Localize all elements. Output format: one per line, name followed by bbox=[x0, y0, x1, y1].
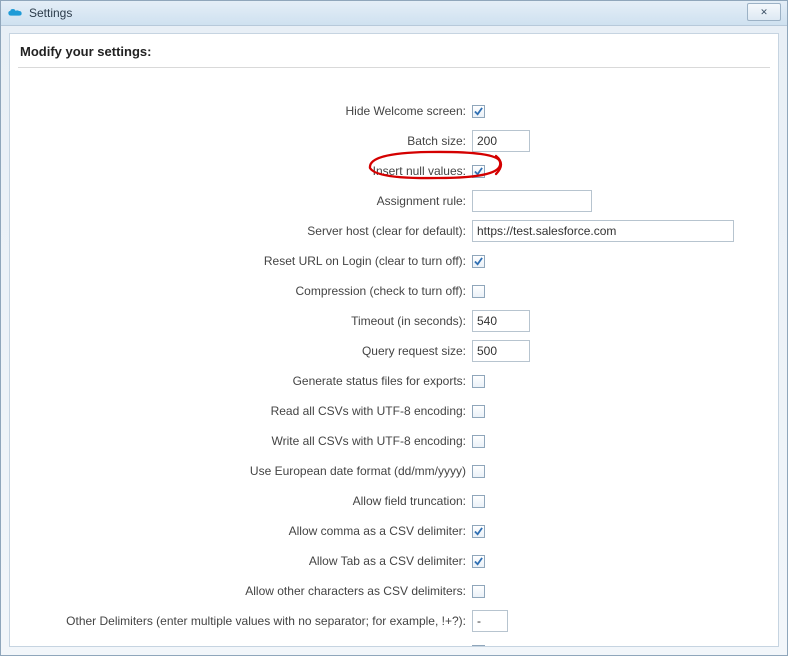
use-bulk-label: Use Bulk API: bbox=[18, 644, 472, 647]
assignment-rule-input[interactable] bbox=[472, 190, 592, 212]
settings-form: Hide Welcome screen: Batch size: Insert … bbox=[18, 96, 770, 647]
server-host-label: Server host (clear for default): bbox=[18, 224, 472, 238]
titlebar: Settings ✕ bbox=[1, 1, 787, 26]
content-panel: Modify your settings: Hide Welcome scree… bbox=[9, 33, 779, 647]
reset-url-label: Reset URL on Login (clear to turn off): bbox=[18, 254, 472, 268]
reset-url-checkbox[interactable] bbox=[472, 255, 485, 268]
other-chars-label: Allow other characters as CSV delimiters… bbox=[18, 584, 472, 598]
read-utf8-label: Read all CSVs with UTF-8 encoding: bbox=[18, 404, 472, 418]
read-utf8-checkbox[interactable] bbox=[472, 405, 485, 418]
compression-checkbox[interactable] bbox=[472, 285, 485, 298]
timeout-label: Timeout (in seconds): bbox=[18, 314, 472, 328]
batch-size-label: Batch size: bbox=[18, 134, 472, 148]
comma-delim-label: Allow comma as a CSV delimiter: bbox=[18, 524, 472, 538]
gen-status-label: Generate status files for exports: bbox=[18, 374, 472, 388]
server-host-input[interactable] bbox=[472, 220, 734, 242]
gen-status-checkbox[interactable] bbox=[472, 375, 485, 388]
hide-welcome-label: Hide Welcome screen: bbox=[18, 104, 472, 118]
euro-date-checkbox[interactable] bbox=[472, 465, 485, 478]
field-trunc-label: Allow field truncation: bbox=[18, 494, 472, 508]
write-utf8-label: Write all CSVs with UTF-8 encoding: bbox=[18, 434, 472, 448]
settings-window: Settings ✕ Modify your settings: Hide We… bbox=[0, 0, 788, 656]
other-delims-input[interactable] bbox=[472, 610, 508, 632]
use-bulk-checkbox[interactable] bbox=[472, 645, 485, 648]
timeout-input[interactable] bbox=[472, 310, 530, 332]
tab-delim-label: Allow Tab as a CSV delimiter: bbox=[18, 554, 472, 568]
window-title: Settings bbox=[29, 6, 72, 20]
close-icon: ✕ bbox=[760, 7, 768, 18]
tab-delim-checkbox[interactable] bbox=[472, 555, 485, 568]
field-trunc-checkbox[interactable] bbox=[472, 495, 485, 508]
other-chars-checkbox[interactable] bbox=[472, 585, 485, 598]
cloud-icon bbox=[7, 5, 23, 21]
comma-delim-checkbox[interactable] bbox=[472, 525, 485, 538]
assignment-rule-label: Assignment rule: bbox=[18, 194, 472, 208]
euro-date-label: Use European date format (dd/mm/yyyy) bbox=[18, 464, 472, 478]
window-controls: ✕ bbox=[747, 3, 781, 21]
page-title: Modify your settings: bbox=[18, 44, 770, 68]
insert-null-checkbox[interactable] bbox=[472, 165, 485, 178]
close-button[interactable]: ✕ bbox=[747, 3, 781, 21]
compression-label: Compression (check to turn off): bbox=[18, 284, 472, 298]
query-size-label: Query request size: bbox=[18, 344, 472, 358]
query-size-input[interactable] bbox=[472, 340, 530, 362]
write-utf8-checkbox[interactable] bbox=[472, 435, 485, 448]
batch-size-input[interactable] bbox=[472, 130, 530, 152]
hide-welcome-checkbox[interactable] bbox=[472, 105, 485, 118]
insert-null-label: Insert null values: bbox=[18, 164, 472, 178]
other-delims-label: Other Delimiters (enter multiple values … bbox=[18, 614, 472, 628]
